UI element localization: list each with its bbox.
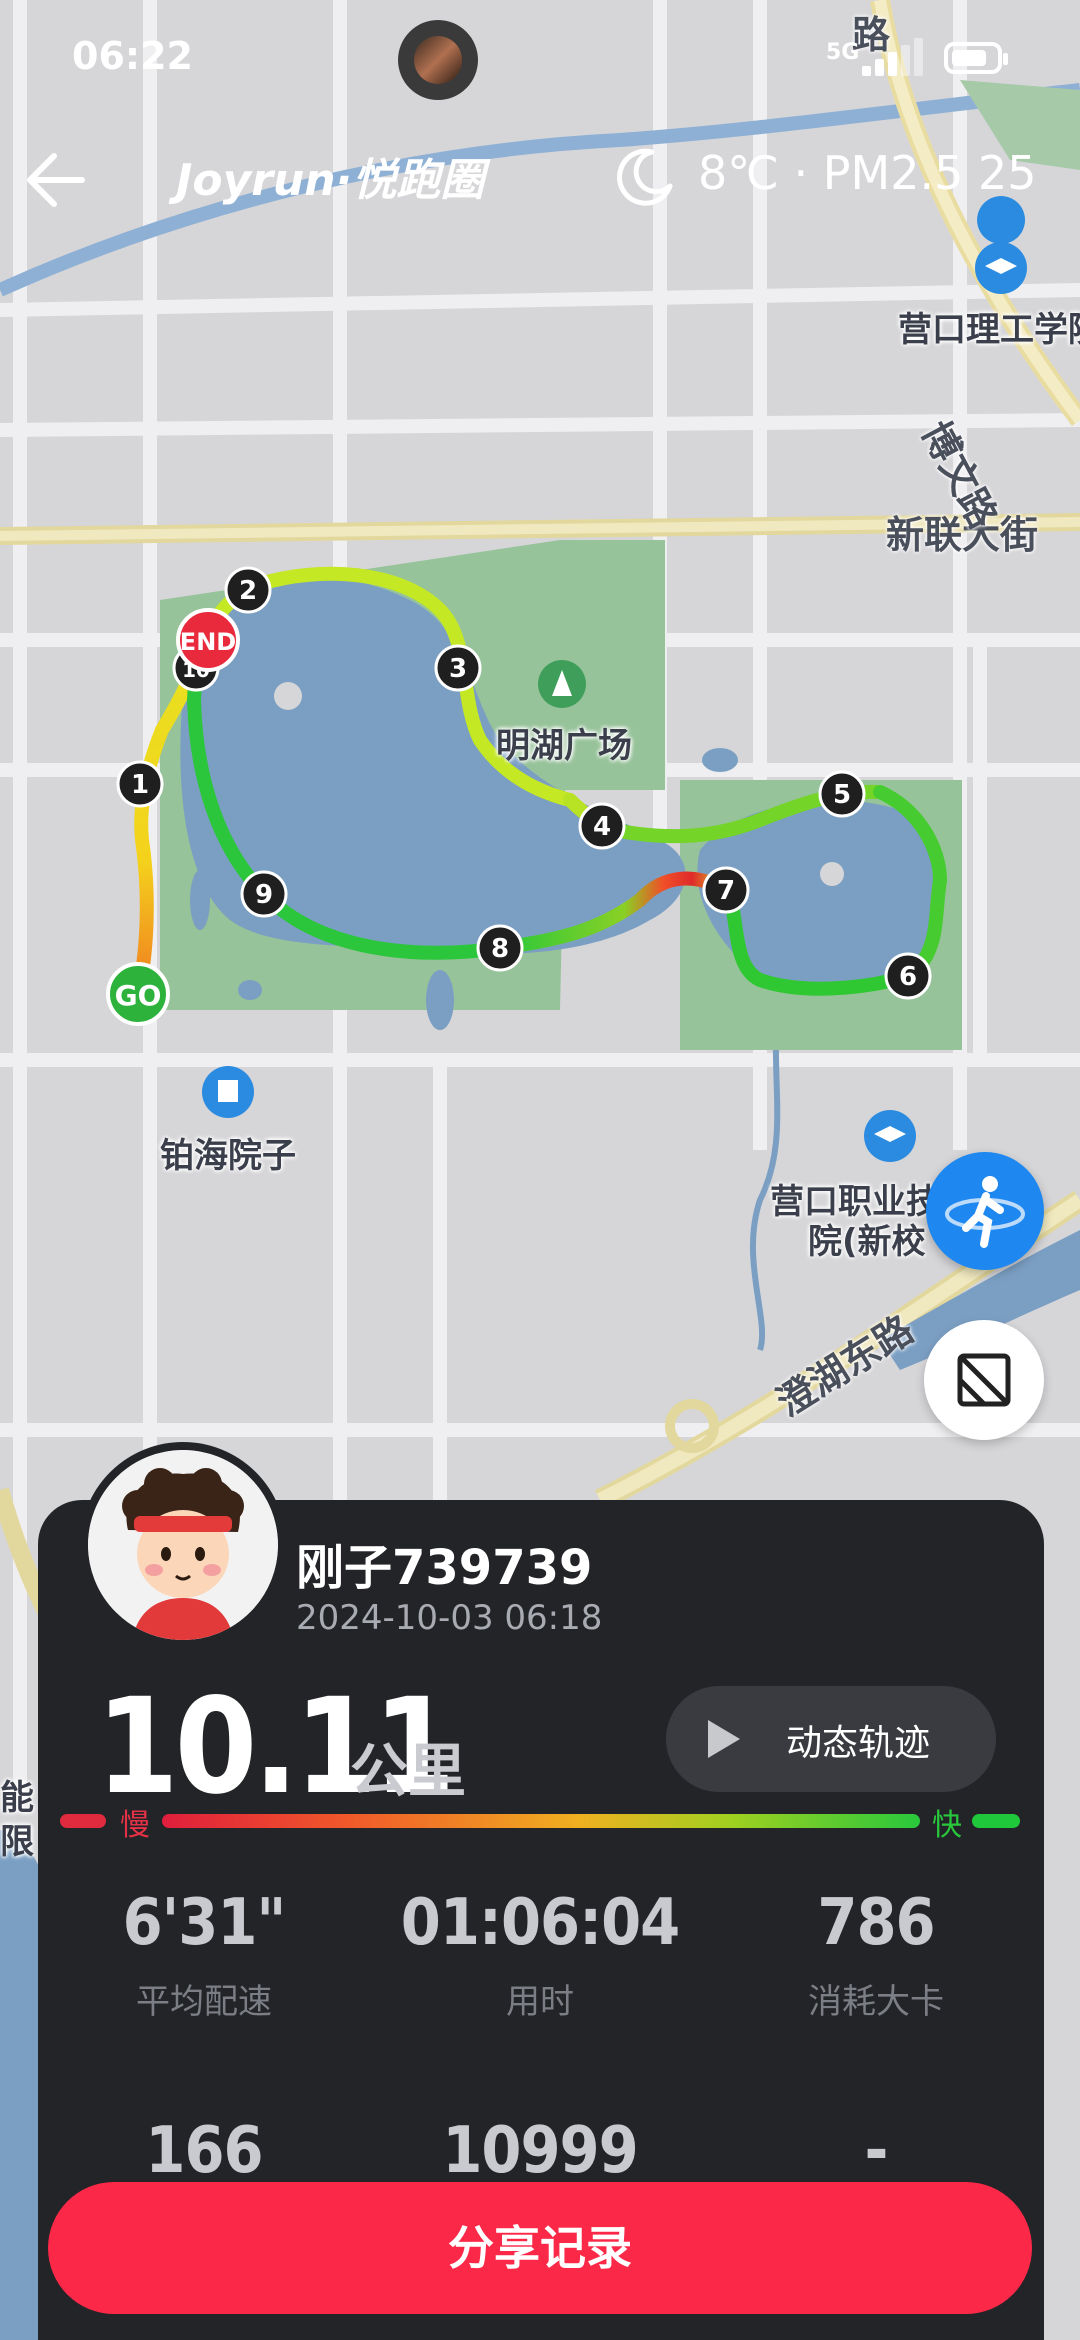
- share-record-button[interactable]: 分享记录: [48, 2182, 1032, 2314]
- route-marker-2: 2: [224, 566, 272, 614]
- stat-value: 786: [817, 1886, 935, 1960]
- signal-icon: [862, 38, 932, 76]
- route-marker-1: 1: [116, 760, 164, 808]
- runner-icon: [945, 1176, 1025, 1248]
- svg-text:6: 6: [899, 962, 917, 992]
- stat-row2-col3: -: [726, 2114, 1026, 2188]
- arrow-left-icon: [27, 153, 85, 207]
- stat-row2-col2: 10999: [390, 2114, 690, 2188]
- park-poi-icon: [538, 660, 586, 708]
- route-marker-6: 6: [884, 952, 932, 1000]
- back-button[interactable]: [20, 140, 100, 220]
- map-label-mingling-plaza: 明湖广场: [496, 726, 632, 766]
- end-marker: END: [176, 608, 240, 672]
- school-poi-icon: [864, 1110, 916, 1162]
- svg-text:2: 2: [239, 576, 257, 606]
- pace-slow-label: 慢: [120, 1808, 150, 1843]
- svg-text:9: 9: [255, 880, 273, 910]
- map-layer-button[interactable]: [924, 1320, 1044, 1440]
- avatar[interactable]: [80, 1442, 286, 1648]
- route-marker-5: 5: [818, 770, 866, 818]
- stat-row2-col1: 166: [54, 2114, 354, 2188]
- running-mode-button[interactable]: [926, 1152, 1044, 1270]
- dynamic-track-label: 动态轨迹: [786, 1723, 931, 1764]
- svg-text:5: 5: [833, 780, 851, 810]
- dynamic-track-button[interactable]: 动态轨迹: [666, 1686, 996, 1792]
- crescent-moon-icon: [617, 148, 673, 206]
- stat-value: -: [864, 2114, 889, 2188]
- network-type: 5G: [826, 40, 860, 65]
- start-go-marker: GO: [106, 962, 170, 1026]
- play-icon: [708, 1720, 740, 1758]
- stat-calories: 786 消耗大卡: [726, 1886, 1026, 2023]
- stat-label: 消耗大卡: [808, 1982, 944, 2022]
- svg-text:END: END: [180, 628, 236, 656]
- status-bar: 06:22 5G: [0, 0, 1080, 120]
- status-time: 06:22: [72, 34, 193, 78]
- run-datetime: 2024-10-03 06:18: [296, 1598, 603, 1638]
- pace-fast-label: 快: [932, 1808, 962, 1843]
- svg-text:8: 8: [491, 934, 509, 964]
- app-brand-logo: Joyrun·悦跑圈: [176, 155, 485, 206]
- stat-value: 6'31": [122, 1886, 287, 1960]
- route-marker-3: 3: [434, 644, 482, 692]
- map-label-bohai-yard: 铂海院子: [160, 1136, 296, 1176]
- stat-average-pace: 6'31" 平均配速: [54, 1886, 354, 2023]
- stat-duration: 01:06:04 用时: [390, 1886, 690, 2023]
- svg-text:4: 4: [593, 812, 611, 842]
- map-label-yingkou-vocational-line2: 院(新校: [808, 1222, 926, 1262]
- route-marker-8: 8: [476, 924, 524, 972]
- map-label-left-fragment-2: 限: [0, 1822, 34, 1862]
- weather-info: 8℃ · PM2.5 25: [698, 146, 1037, 200]
- svg-text:3: 3: [449, 654, 467, 684]
- route-marker-4: 4: [578, 802, 626, 850]
- distance-unit: 公里: [350, 1737, 467, 1805]
- battery-icon: [944, 42, 1008, 74]
- camera-avatar-icon: [414, 36, 462, 84]
- stat-label: 平均配速: [136, 1982, 272, 2022]
- map-label-yingkou-tech: 营口理工学院: [898, 310, 1080, 350]
- building-poi-icon: [202, 1066, 254, 1118]
- stat-value: 166: [145, 2114, 263, 2188]
- svg-text:7: 7: [717, 876, 735, 906]
- cartoon-avatar-icon: [88, 1450, 278, 1640]
- front-camera: [398, 20, 478, 100]
- map-layer-icon: [957, 1353, 1011, 1407]
- route-marker-9: 9: [240, 870, 288, 918]
- stat-value: 01:06:04: [400, 1886, 680, 1960]
- map-label-left-fragment-1: 能: [0, 1778, 34, 1818]
- route-marker-7: 7: [702, 866, 750, 914]
- pace-scale-bar: [60, 1814, 1020, 1828]
- svg-text:GO: GO: [115, 979, 162, 1012]
- stat-label: 用时: [506, 1982, 574, 2022]
- runner-name: 刚子739739: [296, 1540, 593, 1596]
- svg-text:1: 1: [131, 770, 149, 800]
- stat-value: 10999: [442, 2114, 638, 2188]
